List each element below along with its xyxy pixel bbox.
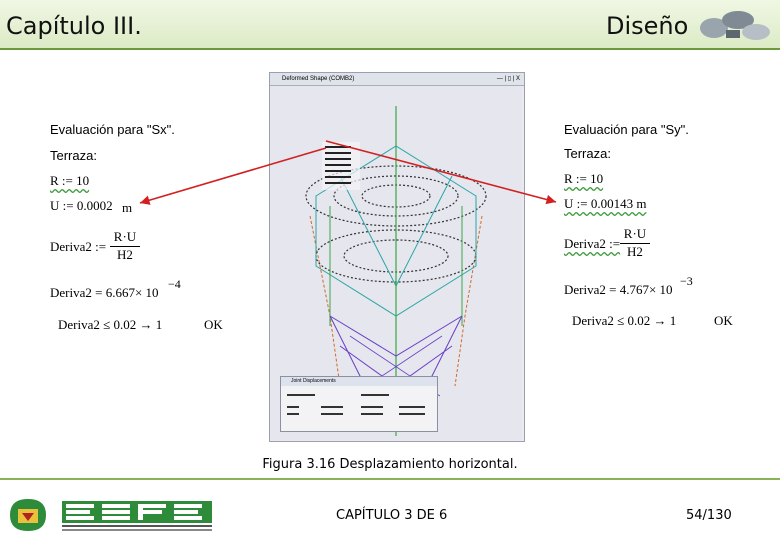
- page-number: 54/130: [686, 508, 732, 523]
- espe-logo: [6, 495, 216, 540]
- figure-caption: Figura 3.16 Desplazamiento horizontal.: [262, 457, 518, 472]
- espe-logo-image: [10, 499, 212, 531]
- arrow-to-sx: [139, 147, 327, 205]
- footer-chapter: CAPÍTULO 3 DE 6: [336, 508, 448, 523]
- arrow-to-sy: [325, 140, 557, 205]
- footer-divider: [0, 478, 780, 480]
